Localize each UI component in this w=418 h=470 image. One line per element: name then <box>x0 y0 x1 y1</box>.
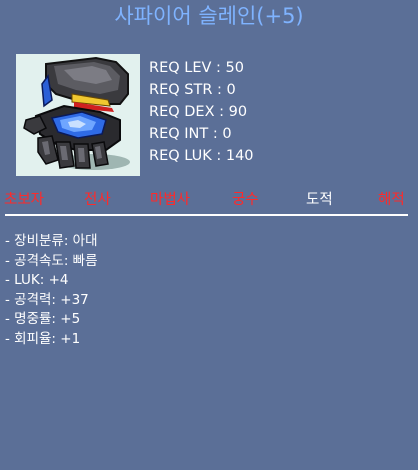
stat-attack-speed: - 공격속도: 빠름 <box>5 252 98 269</box>
req-luk: REQ LUK : 140 <box>149 148 254 164</box>
item-stats: - 장비분류: 아대 - 공격속도: 빠름 - LUK: +4 - 공격력: +… <box>5 232 98 349</box>
section-divider <box>5 214 408 216</box>
job-restrictions: 초보자 전사 마법사 궁수 도적 해적 <box>0 188 418 212</box>
job-pirate: 해적 <box>378 192 405 208</box>
item-tooltip: 사파이어 슬레인(+5) REQ LEV: 50 REQ STR: 0 RE… <box>0 0 418 470</box>
stat-avoidability: - 회피율: +1 <box>5 330 81 347</box>
job-bowman: 궁수 <box>232 192 259 208</box>
stat-category: - 장비분류: 아대 <box>5 233 98 249</box>
item-icon-frame <box>16 54 140 176</box>
req-level: REQ LEV : 50 <box>149 60 244 76</box>
stat-accuracy: - 명중률: +5 <box>5 311 81 327</box>
req-dex: REQ DEX : 90 <box>149 104 248 120</box>
sapphire-slain-glove-icon <box>23 56 130 170</box>
stat-luk: - LUK: +4 <box>5 272 69 288</box>
req-str: REQ STR : 0 <box>149 82 236 98</box>
item-title: 사파이어 슬레인(+5) <box>114 4 304 28</box>
job-beginner: 초보자 <box>4 192 45 208</box>
job-warrior: 전사 <box>84 192 111 208</box>
requirements-list: REQ LEV : 50 REQ STR : 0 REQ DEX : 90 RE… <box>149 57 254 167</box>
job-thief: 도적 <box>306 192 333 208</box>
job-magician: 마법사 <box>150 192 191 208</box>
stat-attack: - 공격력: +37 <box>5 291 89 308</box>
req-int: REQ INT : 0 <box>149 126 232 142</box>
